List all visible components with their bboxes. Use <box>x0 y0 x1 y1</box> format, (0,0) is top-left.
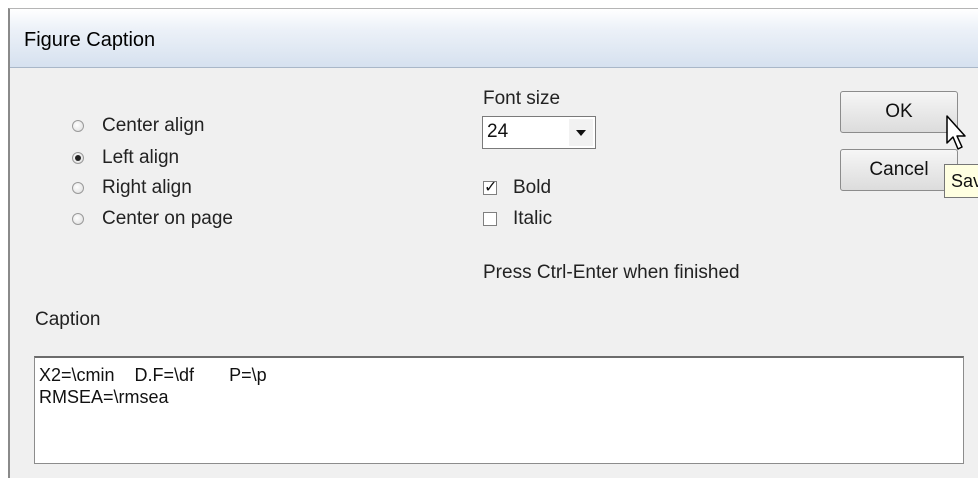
radio-label: Center on page <box>102 208 233 229</box>
radio-label: Right align <box>102 177 192 198</box>
radio-label: Center align <box>102 115 205 136</box>
tooltip: Sav <box>944 164 978 198</box>
radio-button-icon[interactable] <box>72 213 84 225</box>
font-size-select[interactable]: 24 <box>482 116 596 149</box>
font-size-value: 24 <box>487 121 509 142</box>
bold-label: Bold <box>513 177 552 198</box>
figure-caption-dialog: Figure Caption Center align Left align R… <box>8 8 978 478</box>
cancel-button[interactable]: Cancel <box>840 149 958 191</box>
radio-center-align[interactable]: Center align <box>72 113 204 139</box>
italic-label: Italic <box>513 208 553 229</box>
checkmark-icon[interactable]: ✓ <box>483 180 497 196</box>
radio-right-align[interactable]: Right align <box>72 175 192 201</box>
bold-checkbox[interactable]: ✓ Bold <box>483 175 551 201</box>
chevron-down-icon[interactable] <box>569 119 593 146</box>
radio-left-align[interactable]: Left align <box>72 145 179 171</box>
caption-label: Caption <box>35 309 101 330</box>
checkbox-empty-icon[interactable] <box>483 212 497 226</box>
ok-button[interactable]: OK <box>840 91 958 133</box>
italic-checkbox[interactable]: Italic <box>483 206 552 232</box>
radio-button-icon[interactable] <box>72 120 84 132</box>
caption-textarea[interactable]: X2=\cmin D.F=\df P=\p RMSEA=\rmsea <box>34 356 964 464</box>
caption-line: X2=\cmin D.F=\df P=\p <box>39 365 267 385</box>
title-bar[interactable]: Figure Caption <box>10 9 978 68</box>
font-size-label: Font size <box>483 88 561 109</box>
window-title: Figure Caption <box>24 29 156 51</box>
radio-center-on-page[interactable]: Center on page <box>72 206 233 232</box>
hint-text: Press Ctrl-Enter when finished <box>483 262 740 283</box>
mouse-pointer-icon <box>946 115 966 150</box>
radio-button-icon[interactable] <box>72 182 84 194</box>
caption-line: RMSEA=\rmsea <box>39 387 169 407</box>
radio-label: Left align <box>102 147 180 168</box>
radio-button-selected-icon[interactable] <box>72 152 84 164</box>
